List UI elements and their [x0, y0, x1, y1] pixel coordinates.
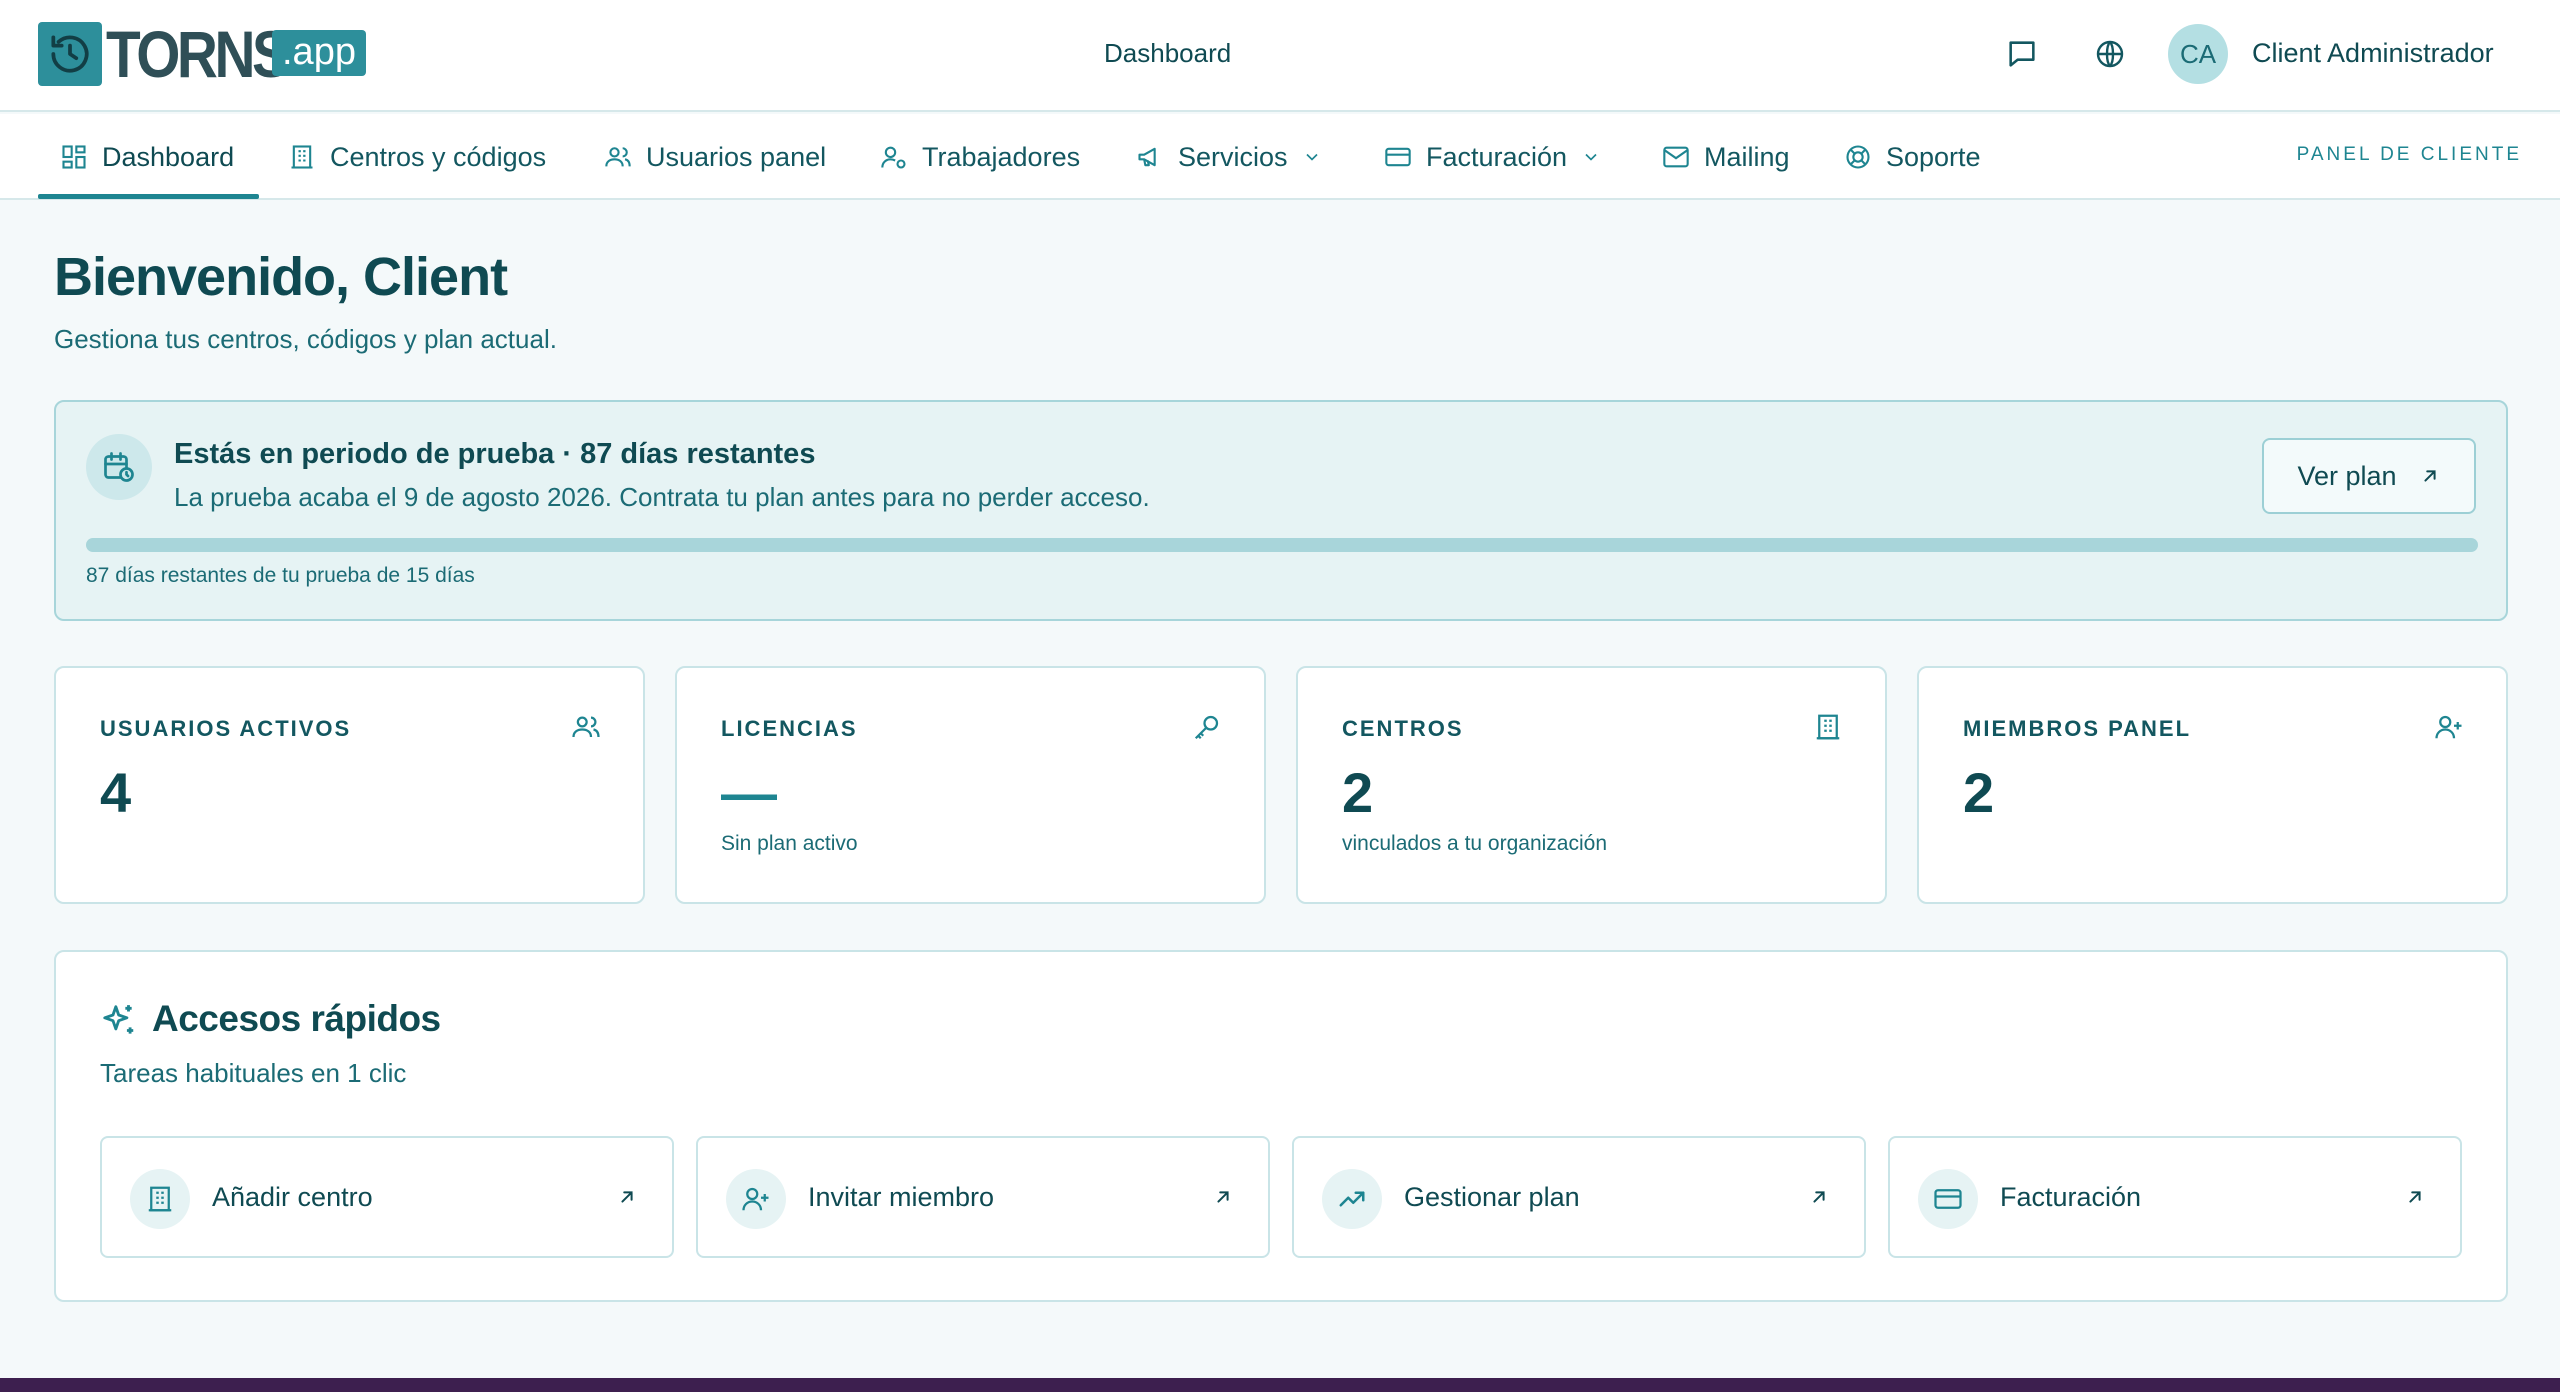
active-tab-indicator: [38, 194, 259, 199]
nav-item-label: Dashboard: [102, 141, 235, 172]
stat-label: CENTROS: [1342, 716, 1464, 741]
quick-access-subtitle: Tareas habituales en 1 clic: [100, 1058, 407, 1088]
chat-icon[interactable]: [2004, 36, 2040, 72]
stat-value: —: [721, 761, 777, 824]
arrow-up-right-icon: [1813, 1191, 1825, 1203]
quick-action-label: Facturación: [2000, 1182, 2142, 1212]
nav-item-label: Trabajadores: [922, 141, 1081, 172]
nav-item-servicios[interactable]: Servicios: [1136, 114, 1322, 200]
nav-item-soporte[interactable]: Soporte: [1844, 114, 1981, 200]
globe-icon[interactable]: [2092, 36, 2128, 72]
arrow-up-right-icon: [621, 1191, 633, 1203]
user-plus-icon: [2435, 715, 2462, 739]
megaphone-icon: [1138, 147, 1156, 167]
nav-item-label: Soporte: [1886, 141, 1981, 172]
arrow-up-right-icon: [2423, 470, 2436, 482]
main-nav: Dashboard Centros y códigos Usuarios pan…: [0, 114, 2560, 200]
trial-description: La prueba acaba el 9 de agosto 2026. Con…: [174, 482, 1150, 512]
nav-item-facturacion[interactable]: Facturación: [1384, 114, 1601, 200]
user-gear-icon: [881, 146, 906, 169]
building-icon: [1816, 714, 1840, 740]
trending-up-icon: [1322, 1169, 1382, 1229]
chevron-down-icon: [1305, 153, 1318, 161]
key-icon: [1194, 715, 1219, 740]
quick-action-label: Invitar miembro: [808, 1182, 995, 1212]
quick-access-panel: Accesos rápidos Tareas habituales en 1 c…: [54, 950, 2508, 1302]
quick-action-invitar-miembro[interactable]: Invitar miembro: [696, 1136, 1270, 1258]
stat-label: MIEMBROS PANEL: [1963, 716, 2192, 741]
stat-card-licencias: LICENCIAS — Sin plan activo: [675, 666, 1266, 904]
grid-icon: [62, 145, 86, 169]
trial-progress-fill: [86, 538, 2478, 552]
mail-icon: [1663, 146, 1689, 168]
building-icon: [130, 1169, 190, 1229]
stat-value: 2: [1963, 761, 1995, 824]
users-icon: [605, 147, 631, 167]
quick-action-gestionar-plan[interactable]: Gestionar plan: [1292, 1136, 1866, 1258]
nav-item-trabajadores[interactable]: Trabajadores: [880, 114, 1080, 200]
user-plus-icon: [726, 1169, 786, 1229]
stat-card-miembros-panel: MIEMBROS PANEL 2: [1917, 666, 2508, 904]
ver-plan-label: Ver plan: [2297, 460, 2397, 491]
ver-plan-button[interactable]: Ver plan: [2262, 438, 2476, 514]
credit-card-icon: [1385, 147, 1411, 167]
lifebuoy-icon: [1846, 145, 1870, 169]
nav-item-label: Facturación: [1426, 141, 1568, 172]
trial-title: Estás en periodo de prueba · 87 días res…: [174, 438, 816, 470]
nav-item-label: Mailing: [1704, 141, 1790, 172]
clock-logo-icon: [38, 22, 102, 86]
trial-banner: Estás en periodo de prueba · 87 días res…: [54, 400, 2508, 621]
stat-value: 4: [100, 761, 132, 824]
quick-action-anadir-centro[interactable]: Añadir centro: [100, 1136, 674, 1258]
quick-action-label: Gestionar plan: [1404, 1182, 1580, 1212]
arrow-up-right-icon: [2409, 1191, 2421, 1203]
nav-item-usuarios[interactable]: Usuarios panel: [604, 114, 826, 200]
top-bar: TORNS .app Dashboard CA Client Administr…: [0, 0, 2560, 112]
sparkles-icon: [103, 1005, 134, 1034]
stat-value: 2: [1342, 761, 1374, 824]
chevron-down-icon: [1585, 153, 1597, 161]
trial-footer: 87 días restantes de tu prueba de 15 día…: [86, 564, 475, 587]
nav-item-dashboard[interactable]: Dashboard: [60, 114, 234, 200]
app-logo[interactable]: TORNS .app: [38, 17, 366, 91]
trial-progress-bar: [86, 538, 2478, 552]
credit-card-icon: [1918, 1169, 1978, 1229]
stat-note: Sin plan activo: [721, 832, 858, 855]
page-subtitle: Gestiona tus centros, códigos y plan act…: [54, 324, 557, 354]
panel-label: PANEL DE CLIENTE: [2296, 144, 2522, 165]
stat-card-centros: CENTROS 2 vinculados a tu organización: [1296, 666, 1887, 904]
quick-access-title: Accesos rápidos: [152, 998, 441, 1039]
logo-wordmark: TORNS: [106, 17, 290, 91]
building-icon: [291, 145, 313, 169]
logo-suffix: .app: [272, 30, 366, 76]
quick-action-facturacion[interactable]: Facturación: [1888, 1136, 2462, 1258]
stat-label: LICENCIAS: [721, 716, 858, 741]
stat-label: USUARIOS ACTIVOS: [100, 716, 352, 741]
nav-item-label: Servicios: [1178, 141, 1288, 172]
stat-note: vinculados a tu organización: [1342, 832, 1608, 855]
users-icon: [572, 716, 600, 738]
avatar[interactable]: CA: [2168, 24, 2228, 84]
nav-item-centros[interactable]: Centros y códigos: [288, 114, 546, 200]
window-edge: [0, 1378, 2560, 1392]
quick-action-label: Añadir centro: [212, 1182, 373, 1212]
user-name[interactable]: Client Administrador: [2252, 38, 2494, 69]
page-title: Bienvenido, Client: [54, 247, 508, 307]
nav-item-label: Centros y códigos: [330, 141, 547, 172]
arrow-up-right-icon: [1217, 1191, 1229, 1203]
header-title: Dashboard: [1104, 38, 1232, 68]
calendar-clock-icon: [86, 434, 152, 500]
nav-item-label: Usuarios panel: [646, 141, 827, 172]
nav-item-mailing[interactable]: Mailing: [1662, 114, 1790, 200]
stat-card-usuarios-activos: USUARIOS ACTIVOS 4: [54, 666, 645, 904]
